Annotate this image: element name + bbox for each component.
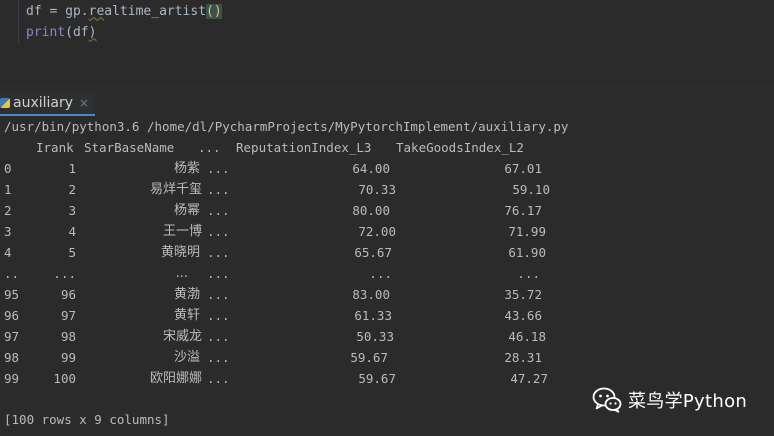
close-icon[interactable]: × xyxy=(79,96,89,110)
cell-name: 黄轩 xyxy=(173,308,200,323)
panel-divider xyxy=(0,86,774,87)
cell-take: 28.31 xyxy=(504,350,542,365)
cell-rep: 65.67 xyxy=(354,245,392,260)
cell-idx: 1 xyxy=(4,182,12,197)
cell-irank: 100 xyxy=(53,371,76,386)
cell-idx: 0 xyxy=(4,161,12,176)
cell-rep: 59.67 xyxy=(350,350,388,365)
cell-rep: 80.00 xyxy=(352,203,390,218)
cell-take: 35.72 xyxy=(504,287,542,302)
cell-dots: ... xyxy=(207,224,230,239)
cell-take: 71.99 xyxy=(508,224,546,239)
column-header-reputationindex: ReputationIndex_L3 xyxy=(236,140,372,155)
cell-take: 43.66 xyxy=(504,308,542,323)
code-line-2[interactable]: print(df) xyxy=(26,23,96,43)
column-header-takegoodsindex: TakeGoodsIndex_L2 xyxy=(396,140,524,155)
code-token-warning: re xyxy=(88,4,105,19)
cell-rep: 72.00 xyxy=(358,224,396,239)
cell-rep: 59.67 xyxy=(358,371,396,386)
cell-name: 黄晓明 xyxy=(160,245,200,260)
cell-name: 杨幂 xyxy=(173,203,200,218)
cell-name: ... xyxy=(175,266,188,281)
cell-dots: ... xyxy=(207,371,230,386)
cell-name: 黄渤 xyxy=(173,287,200,302)
cell-idx: 99 xyxy=(4,371,20,386)
cell-take: 59.10 xyxy=(512,182,550,197)
cell-irank: 99 xyxy=(60,350,76,365)
code-token: altime_artist xyxy=(104,4,207,19)
cell-idx: 3 xyxy=(4,224,12,239)
cell-name: 王一博 xyxy=(162,224,202,239)
cell-idx: .. xyxy=(4,266,20,281)
cell-idx: 4 xyxy=(4,245,12,260)
cell-rep: 50.33 xyxy=(356,329,394,344)
column-header-ellipsis: ... xyxy=(198,140,221,155)
code-token: df = gp. xyxy=(26,4,89,19)
cell-name: 易烊千玺 xyxy=(149,182,202,197)
cell-irank: 98 xyxy=(60,329,76,344)
cell-name: 杨紫 xyxy=(173,161,200,176)
code-bracket-highlight: () xyxy=(206,4,222,19)
cell-irank: 4 xyxy=(68,224,76,239)
code-builtin: print xyxy=(26,25,66,40)
cell-irank: 3 xyxy=(68,203,76,218)
cell-rep: 61.33 xyxy=(354,308,392,323)
cell-idx: 95 xyxy=(4,287,20,302)
watermark: 菜鸟学Python xyxy=(592,386,747,414)
cell-take: ... xyxy=(517,266,540,281)
watermark-text: 菜鸟学Python xyxy=(628,391,748,412)
code-token-warning: ) xyxy=(88,25,97,40)
console-summary: [100 rows x 9 columns] xyxy=(4,412,170,427)
cell-dots: ... xyxy=(207,182,230,197)
cell-irank: 5 xyxy=(68,245,76,260)
tab-label: auxiliary xyxy=(13,95,74,111)
cell-irank: 1 xyxy=(68,161,76,176)
cell-take: 67.01 xyxy=(504,161,542,176)
cell-take: 46.18 xyxy=(508,329,546,344)
cell-idx: 98 xyxy=(4,350,20,365)
cell-irank: 2 xyxy=(68,182,76,197)
code-editor[interactable]: df = gp.realtime_artist() print(df) xyxy=(0,0,774,70)
cell-rep: 70.33 xyxy=(358,182,396,197)
cell-rep: 64.00 xyxy=(352,161,390,176)
console-command: /usr/bin/python3.6 /home/dl/PycharmProje… xyxy=(4,119,569,134)
run-tab-auxiliary[interactable]: auxiliary × xyxy=(0,92,96,116)
cell-irank: 97 xyxy=(60,308,76,323)
cell-take: 47.27 xyxy=(510,371,548,386)
cell-dots: ... xyxy=(207,329,230,344)
cell-name: 欧阳娜娜 xyxy=(149,371,202,386)
cell-name: 沙溢 xyxy=(173,350,200,365)
cell-rep: ... xyxy=(369,266,392,281)
cell-take: 76.17 xyxy=(504,203,542,218)
cell-rep: 83.00 xyxy=(352,287,390,302)
code-line-1[interactable]: df = gp.realtime_artist() xyxy=(26,2,222,22)
wechat-icon xyxy=(592,387,622,413)
cell-irank: 96 xyxy=(60,287,76,302)
cell-name: 宋威龙 xyxy=(162,329,202,344)
editor-gutter-divider xyxy=(18,0,19,44)
python-file-icon xyxy=(0,98,10,108)
cell-idx: 2 xyxy=(4,203,12,218)
column-header-irank: Irank xyxy=(36,140,74,155)
cell-idx: 96 xyxy=(4,308,20,323)
cell-take: 61.90 xyxy=(508,245,546,260)
column-header-starbasename: StarBaseName xyxy=(84,140,175,155)
cell-idx: 97 xyxy=(4,329,20,344)
code-token: (df xyxy=(65,25,89,40)
